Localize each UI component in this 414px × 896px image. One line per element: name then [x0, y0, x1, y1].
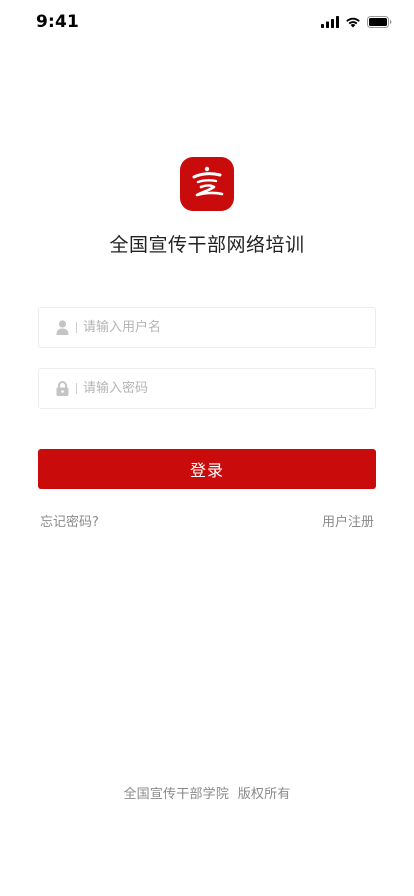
xuan-logo-icon	[188, 165, 226, 203]
app-logo	[180, 157, 234, 211]
field-separator	[76, 383, 77, 394]
login-button[interactable]: 登录	[38, 449, 376, 489]
status-bar: 9:41	[0, 0, 414, 44]
field-separator	[76, 322, 77, 333]
password-input[interactable]	[83, 373, 333, 404]
forgot-password-link[interactable]: 忘记密码?	[40, 511, 99, 530]
status-icons	[321, 15, 392, 29]
username-field[interactable]	[38, 307, 376, 348]
register-link[interactable]: 用户注册	[322, 511, 374, 530]
copyright-footer: 全国宣传干部学院 版权所有	[123, 787, 291, 802]
password-field[interactable]	[38, 368, 376, 409]
cellular-signal-icon	[321, 13, 339, 32]
status-time: 9:41	[36, 12, 80, 32]
user-icon	[53, 319, 71, 337]
app-title: 全国宣传干部网络培训	[109, 234, 305, 256]
battery-icon	[367, 13, 392, 32]
lock-icon	[53, 380, 71, 398]
username-input[interactable]	[83, 312, 333, 343]
login-screen: 9:41 全国宣传干部网络培训 请输入用户名 登录 忘记密码? 用户注册 全国宣…	[0, 0, 414, 896]
wifi-icon	[345, 13, 361, 32]
